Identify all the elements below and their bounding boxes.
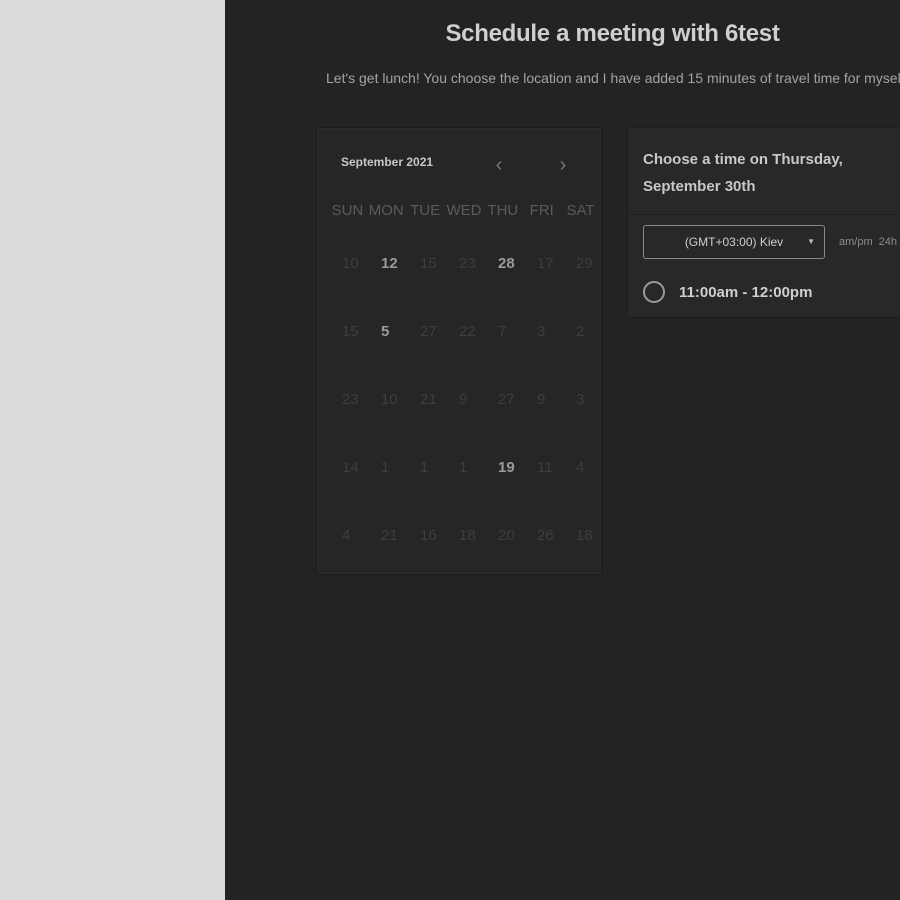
calendar-day[interactable]: 2 [566, 316, 605, 384]
page-subtitle: Let's get lunch! You choose the location… [326, 70, 900, 86]
timezone-select[interactable]: (GMT+03:00) Kiev ▼ [643, 225, 825, 259]
calendar-day[interactable]: 10 [332, 248, 371, 316]
format-24h-option[interactable]: 24h [879, 236, 897, 248]
calendar-day[interactable]: 9 [449, 384, 488, 452]
chevron-down-icon: ▼ [807, 237, 815, 246]
format-ampm-option[interactable]: am/pm [839, 236, 873, 248]
calendar-day[interactable]: 3 [527, 316, 566, 384]
calendar-day[interactable]: 4 [332, 520, 371, 588]
divider [628, 214, 900, 215]
calendar-day[interactable]: 1 [449, 452, 488, 520]
calendar-day[interactable]: 11 [527, 452, 566, 520]
calendar-day[interactable]: 23 [332, 384, 371, 452]
calendar-day[interactable]: 1 [410, 452, 449, 520]
calendar-day[interactable]: 19 [488, 452, 527, 520]
time-selection-card: Choose a time on Thursday, September 30t… [627, 127, 900, 318]
radio-button[interactable] [643, 281, 665, 303]
weekday-label: SAT [566, 202, 595, 219]
calendar-day[interactable]: 29 [566, 248, 605, 316]
calendar-day[interactable]: 18 [449, 520, 488, 588]
calendar-day[interactable]: 21 [410, 384, 449, 452]
weekday-label: MON [368, 202, 404, 219]
calendar-month-label: September 2021 [341, 155, 434, 169]
calendar-day[interactable]: 27 [410, 316, 449, 384]
time-slot-label: 11:00am - 12:00pm [679, 283, 813, 301]
time-slot-option[interactable]: 11:00am - 12:00pm [643, 278, 812, 306]
calendar-day[interactable]: 18 [566, 520, 605, 588]
calendar-day[interactable]: 15 [410, 248, 449, 316]
calendar-day[interactable]: 20 [488, 520, 527, 588]
left-gutter [0, 0, 225, 900]
calendar-day[interactable]: 17 [527, 248, 566, 316]
timezone-value: (GMT+03:00) Kiev [684, 235, 784, 249]
scheduler-panel: Schedule a meeting with 6test Let's get … [225, 0, 900, 900]
calendar-day[interactable]: 12 [371, 248, 410, 316]
calendar-day[interactable]: 27 [488, 384, 527, 452]
calendar-day[interactable]: 7 [488, 316, 527, 384]
time-heading: Choose a time on Thursday, September 30t… [643, 151, 843, 195]
chevron-right-icon[interactable]: › [553, 154, 573, 176]
weekday-label: TUE [410, 202, 441, 219]
weekday-label: FRI [529, 202, 554, 219]
calendar-day[interactable]: 10 [371, 384, 410, 452]
calendar-day[interactable]: 9 [527, 384, 566, 452]
calendar-weekday-header: SUN MON TUE WED THU FRI SAT [328, 202, 600, 219]
calendar-day[interactable]: 1 [371, 452, 410, 520]
calendar-day[interactable]: 22 [449, 316, 488, 384]
weekday-label: WED [446, 202, 482, 219]
calendar-day[interactable]: 28 [488, 248, 527, 316]
calendar: September 2021 ‹ › SUN MON TUE WED THU FRI SAT… [316, 127, 602, 575]
weekday-label: SUN [331, 202, 364, 219]
calendar-day[interactable]: 14 [332, 452, 371, 520]
calendar-day[interactable]: 4 [566, 452, 605, 520]
time-format-toggle: am/pm 24h [839, 236, 900, 248]
calendar-day[interactable]: 21 [371, 520, 410, 588]
calendar-days-grid: 10 12 15 23 28 17 29 15 5 27 22 7 3 2 23 10 21 9 27 9 3 14 1 1 1… [332, 248, 604, 588]
calendar-day[interactable]: 5 [371, 316, 410, 384]
calendar-day[interactable]: 15 [332, 316, 371, 384]
calendar-day[interactable]: 23 [449, 248, 488, 316]
calendar-day[interactable]: 26 [527, 520, 566, 588]
chevron-left-icon[interactable]: ‹ [489, 154, 509, 176]
page-title: Schedule a meeting with 6test [445, 20, 780, 47]
calendar-day[interactable]: 16 [410, 520, 449, 588]
weekday-label: THU [487, 202, 519, 219]
calendar-day[interactable]: 3 [566, 384, 605, 452]
